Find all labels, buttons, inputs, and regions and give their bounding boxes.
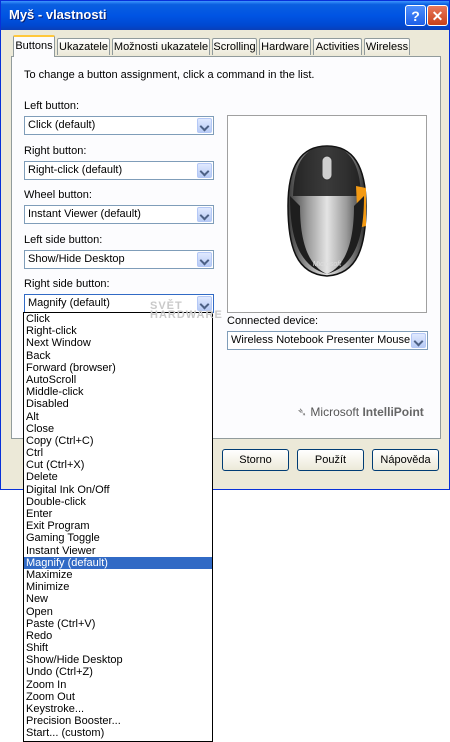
dropdown-option[interactable]: Forward (browser) bbox=[24, 362, 212, 374]
close-icon[interactable]: ✕ bbox=[427, 5, 448, 26]
right-button-label: Right button: bbox=[24, 145, 87, 157]
dropdown-option[interactable]: New bbox=[24, 593, 212, 605]
dropdown-option[interactable]: Maximize bbox=[24, 569, 212, 581]
wheel-button-select[interactable]: Instant Viewer (default) bbox=[24, 205, 214, 224]
tab-wireless[interactable]: Wireless bbox=[364, 38, 410, 55]
dropdown-option[interactable]: Double-click bbox=[24, 496, 212, 508]
connected-device-select[interactable]: Wireless Notebook Presenter Mouse 800 bbox=[227, 331, 428, 350]
dropdown-option[interactable]: Precision Booster... bbox=[24, 715, 212, 727]
dropdown-option[interactable]: Exit Program bbox=[24, 520, 212, 532]
dropdown-option[interactable]: Show/Hide Desktop bbox=[24, 654, 212, 666]
dropdown-option[interactable]: Shift bbox=[24, 642, 212, 654]
tab-ukazatele[interactable]: Ukazatele bbox=[57, 38, 110, 55]
left-side-button-label: Left side button: bbox=[24, 234, 103, 246]
left-button-select[interactable]: Click (default) bbox=[24, 116, 214, 135]
instruction-text: To change a button assignment, click a c… bbox=[24, 69, 315, 81]
dropdown-option[interactable]: Middle-click bbox=[24, 386, 212, 398]
apply-button[interactable]: Použít bbox=[297, 449, 364, 471]
watermark-line2: HARDWARE bbox=[150, 309, 223, 321]
dropdown-option[interactable]: Paste (Ctrl+V) bbox=[24, 618, 212, 630]
dropdown-option[interactable]: Start... (custom) bbox=[24, 727, 212, 739]
right-side-button-label: Right side button: bbox=[24, 278, 110, 290]
chevron-down-icon[interactable] bbox=[197, 118, 212, 133]
tab-moznosti-ukazatele[interactable]: Možnosti ukazatele bbox=[112, 38, 210, 55]
brand-maker: Microsoft bbox=[310, 405, 360, 419]
intellipoint-branding: ➴ Microsoft IntelliPoint bbox=[297, 405, 424, 419]
cancel-button[interactable]: Storno bbox=[222, 449, 289, 471]
chevron-down-icon[interactable] bbox=[411, 333, 426, 348]
right-button-value: Right-click (default) bbox=[28, 164, 123, 176]
dropdown-option[interactable]: Back bbox=[24, 350, 212, 362]
tab-hardware[interactable]: Hardware bbox=[259, 38, 311, 55]
chevron-down-icon[interactable] bbox=[197, 163, 212, 178]
window-title: Myš - vlastnosti bbox=[9, 7, 107, 22]
dropdown-option[interactable]: Minimize bbox=[24, 581, 212, 593]
dropdown-option[interactable]: Alt bbox=[24, 411, 212, 423]
dropdown-option[interactable]: Copy (Ctrl+C) bbox=[24, 435, 212, 447]
dropdown-option[interactable]: Zoom In bbox=[24, 679, 212, 691]
brand-product: IntelliPoint bbox=[362, 405, 424, 419]
dropdown-option[interactable]: Gaming Toggle bbox=[24, 532, 212, 544]
help-icon[interactable]: ? bbox=[405, 5, 426, 26]
wheel-button-label: Wheel button: bbox=[24, 189, 92, 201]
help-button[interactable]: Nápověda bbox=[372, 449, 439, 471]
dropdown-option[interactable]: Enter bbox=[24, 508, 212, 520]
title-bar[interactable]: Myš - vlastnosti ? ✕ bbox=[1, 1, 449, 30]
right-button-select[interactable]: Right-click (default) bbox=[24, 161, 214, 180]
left-button-value: Click (default) bbox=[28, 119, 96, 131]
mouse-logo: Microsoft bbox=[313, 261, 342, 268]
chevron-down-icon[interactable] bbox=[197, 252, 212, 267]
mouse-preview: Microsoft bbox=[227, 115, 427, 313]
dropdown-option[interactable]: Right-click bbox=[24, 325, 212, 337]
dropdown-option[interactable]: Disabled bbox=[24, 398, 212, 410]
connected-device-label: Connected device: bbox=[227, 315, 319, 327]
left-side-button-value: Show/Hide Desktop bbox=[28, 253, 125, 265]
pointer-icon: ➴ bbox=[297, 405, 308, 419]
tab-activities[interactable]: Activities bbox=[313, 38, 362, 55]
mouse-image: Microsoft bbox=[287, 145, 367, 277]
connected-device-value: Wireless Notebook Presenter Mouse 800 bbox=[231, 334, 411, 346]
dropdown-option[interactable]: Digital Ink On/Off bbox=[24, 484, 212, 496]
dropdown-option[interactable]: Delete bbox=[24, 471, 212, 483]
command-dropdown-list[interactable]: Click Right-click Next Window Back Forward (… bbox=[23, 312, 213, 742]
dropdown-option[interactable]: Zoom Out bbox=[24, 691, 212, 703]
tab-buttons[interactable]: Buttons bbox=[13, 35, 55, 57]
dropdown-option[interactable]: Close bbox=[24, 423, 212, 435]
wheel-button-value: Instant Viewer (default) bbox=[28, 208, 141, 220]
dropdown-option[interactable]: Instant Viewer bbox=[24, 545, 212, 557]
dropdown-option[interactable]: Ctrl bbox=[24, 447, 212, 459]
dropdown-option[interactable]: Open bbox=[24, 606, 212, 618]
dropdown-option[interactable]: Undo (Ctrl+Z) bbox=[24, 666, 212, 678]
chevron-down-icon[interactable] bbox=[197, 207, 212, 222]
dropdown-option[interactable]: Cut (Ctrl+X) bbox=[24, 459, 212, 471]
dropdown-option[interactable]: Keystroke... bbox=[24, 703, 212, 715]
tab-scrolling[interactable]: Scrolling bbox=[212, 38, 257, 55]
dropdown-option[interactable]: AutoScroll bbox=[24, 374, 212, 386]
dropdown-option[interactable]: Magnify (default) bbox=[24, 556, 212, 569]
left-button-label: Left button: bbox=[24, 100, 80, 112]
left-side-button-select[interactable]: Show/Hide Desktop bbox=[24, 250, 214, 269]
dropdown-option[interactable]: Redo bbox=[24, 630, 212, 642]
watermark-logo: SVĚT HARDWARE bbox=[150, 300, 230, 322]
dropdown-option[interactable]: Next Window bbox=[24, 337, 212, 349]
